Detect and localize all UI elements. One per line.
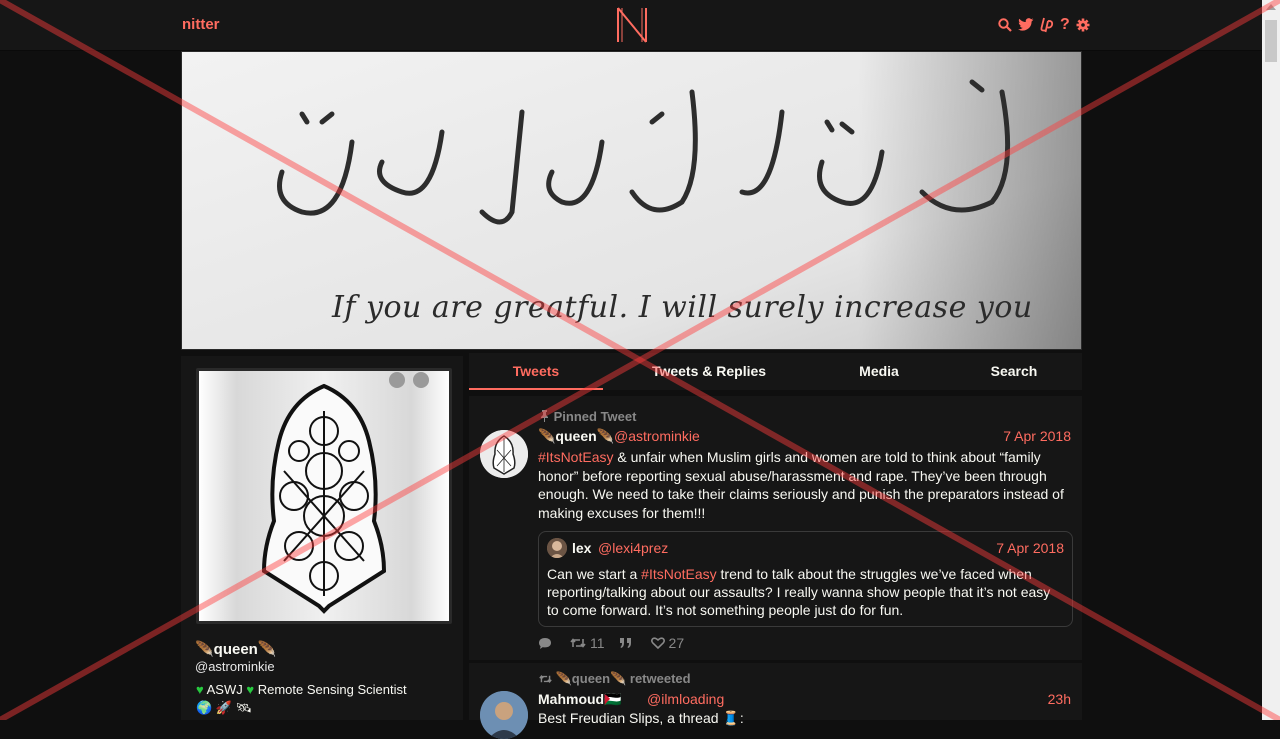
tweet-separator bbox=[469, 660, 1082, 663]
reply-stat[interactable] bbox=[538, 637, 556, 650]
scroll-up-arrow-icon[interactable] bbox=[1266, 4, 1276, 10]
tweet-date[interactable]: 23h bbox=[1048, 691, 1071, 707]
banner-caption: If you are greatful. I will surely incre… bbox=[332, 290, 1033, 325]
tweet-body: #ItsNotEasy & unfair when Muslim girls a… bbox=[538, 448, 1073, 522]
tweet-body: Best Freudian Slips, a thread 🧵: bbox=[538, 710, 744, 726]
page-scrollbar[interactable] bbox=[1262, 0, 1280, 720]
brand-link[interactable]: nitter bbox=[182, 16, 220, 33]
hashtag-link[interactable]: #ItsNotEasy bbox=[538, 449, 613, 465]
profile-username[interactable]: @astrominkie bbox=[195, 659, 275, 674]
scroll-thumb[interactable] bbox=[1265, 20, 1277, 62]
retweet-text: 🪶queen🪶 retweeted bbox=[555, 671, 691, 686]
retweet-icon bbox=[539, 674, 552, 684]
like-count: 27 bbox=[668, 635, 685, 651]
quote-stat[interactable] bbox=[619, 637, 637, 649]
profile-bio: ♥ ASWJ ♥ Remote Sensing Scientist 🌍 🚀 🛰 bbox=[196, 681, 461, 717]
quote-icon bbox=[619, 638, 631, 648]
tweet-avatar[interactable] bbox=[480, 691, 528, 739]
green-heart-icon: ♥ bbox=[246, 682, 255, 697]
liberapay-icon[interactable] bbox=[1040, 17, 1054, 33]
profile-avatar[interactable] bbox=[199, 371, 449, 621]
tweet-text: & unfair when Muslim girls and women are… bbox=[538, 449, 1064, 521]
quote-text: Can we start a bbox=[547, 566, 642, 582]
avatar-image bbox=[199, 371, 449, 621]
green-heart-icon: ♥ bbox=[196, 682, 204, 697]
nitter-logo-icon[interactable] bbox=[615, 6, 649, 44]
share-icon[interactable] bbox=[389, 372, 405, 388]
tweet-stats: 11 27 bbox=[538, 635, 698, 651]
quote-fullname[interactable]: lex bbox=[572, 540, 591, 556]
retweet-icon bbox=[570, 638, 586, 648]
bio-text: ASWJ bbox=[206, 682, 243, 697]
quote-body: Can we start a #ItsNotEasy trend to talk… bbox=[547, 565, 1062, 619]
tab-tweets[interactable]: Tweets bbox=[469, 353, 603, 390]
twitter-icon[interactable] bbox=[1018, 18, 1034, 32]
timeline-tabs: Tweets Tweets & Replies Media Search bbox=[469, 353, 1082, 390]
tweet-username[interactable]: @ilmloading bbox=[647, 691, 724, 707]
quote-avatar[interactable] bbox=[547, 538, 567, 558]
nav-icons: ? bbox=[998, 15, 1090, 35]
tab-search[interactable]: Search bbox=[964, 353, 1064, 390]
retweet-label: 🪶queen🪶 retweeted bbox=[539, 671, 691, 687]
avatar-image bbox=[547, 538, 567, 558]
profile-banner[interactable]: If you are greatful. I will surely incre… bbox=[181, 51, 1082, 350]
avatar-image bbox=[480, 691, 528, 739]
quote-username[interactable]: @lexi4prez bbox=[598, 540, 668, 556]
help-icon[interactable]: ? bbox=[1060, 16, 1070, 34]
tweet-avatar[interactable] bbox=[480, 430, 528, 478]
tweet-date[interactable]: 7 Apr 2018 bbox=[1003, 428, 1071, 444]
avatar-image bbox=[480, 430, 528, 478]
like-stat[interactable]: 27 bbox=[650, 635, 685, 651]
navbar: nitter ? bbox=[0, 0, 1262, 51]
search-icon[interactable] bbox=[998, 18, 1012, 32]
profile-fullname[interactable]: 🪶queen🪶 bbox=[195, 640, 277, 658]
retweet-count: 11 bbox=[590, 635, 605, 651]
tweet-fullname[interactable]: Mahmoud🇵🇸 bbox=[538, 691, 622, 708]
bookmark-icon[interactable] bbox=[413, 372, 429, 388]
tweet-username[interactable]: @astrominkie bbox=[614, 428, 700, 444]
comment-icon bbox=[539, 637, 551, 649]
bio-line: ♥ ASWJ ♥ Remote Sensing Scientist bbox=[196, 681, 461, 699]
pin-icon bbox=[541, 410, 548, 422]
tab-tweets-replies[interactable]: Tweets & Replies bbox=[629, 353, 789, 390]
tab-media[interactable]: Media bbox=[829, 353, 929, 390]
bio-emoji-line: 🌍 🚀 🛰 bbox=[196, 700, 253, 715]
pinned-label: Pinned Tweet bbox=[539, 409, 636, 424]
retweet-stat[interactable]: 11 bbox=[570, 635, 605, 651]
heart-icon bbox=[650, 637, 665, 649]
bio-text: Remote Sensing Scientist bbox=[257, 682, 407, 697]
quote-date[interactable]: 7 Apr 2018 bbox=[996, 540, 1064, 556]
gear-icon[interactable] bbox=[1076, 18, 1090, 32]
hashtag-link[interactable]: #ItsNotEasy bbox=[641, 566, 716, 582]
pinned-text: Pinned Tweet bbox=[553, 409, 637, 424]
tweet-fullname[interactable]: 🪶queen🪶 bbox=[538, 428, 614, 445]
